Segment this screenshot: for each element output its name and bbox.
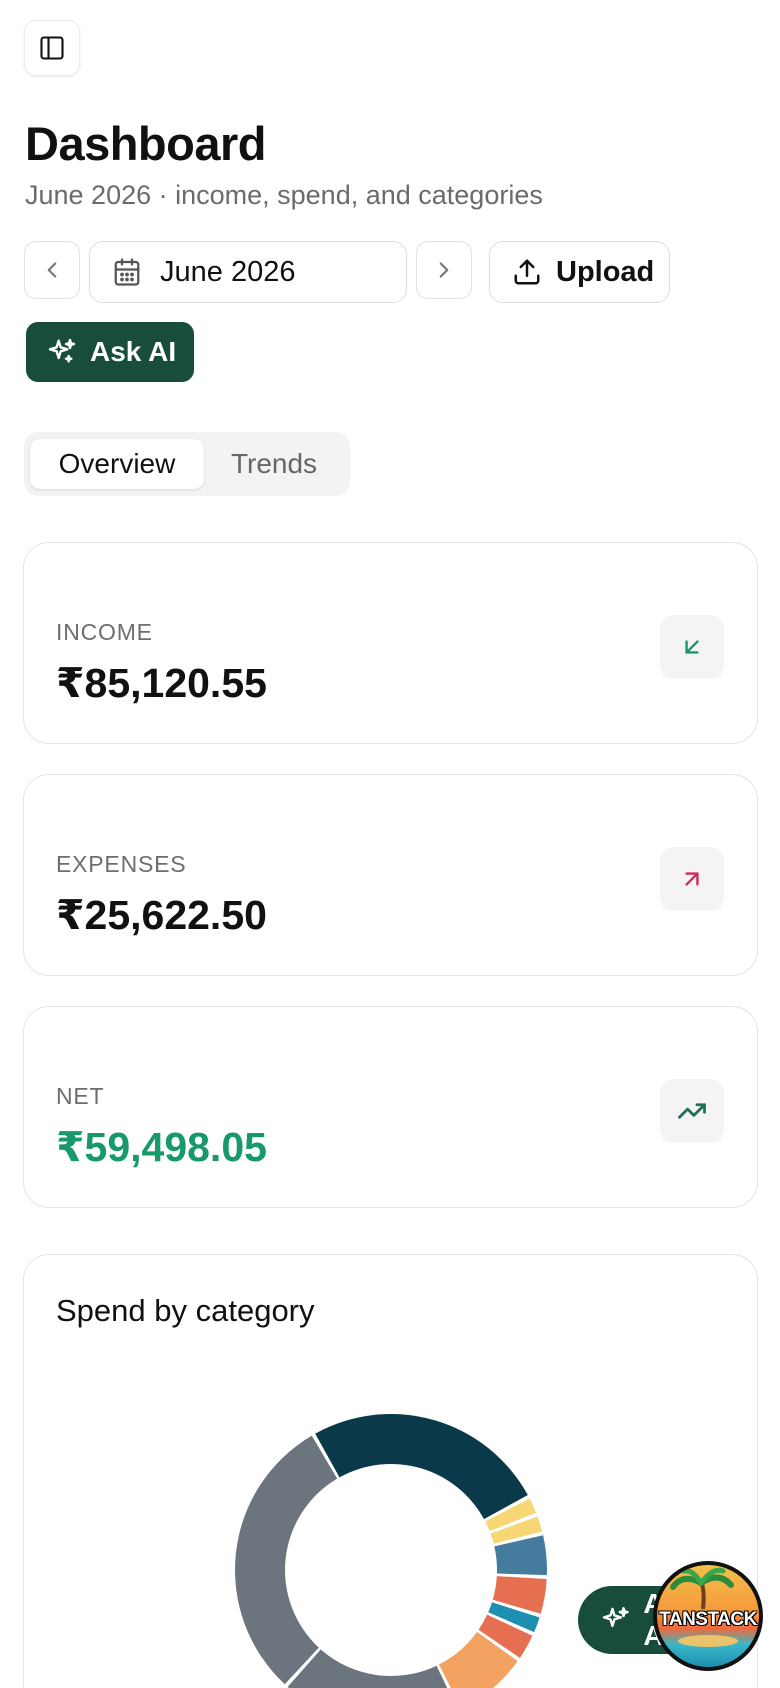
income-label: INCOME: [56, 619, 153, 645]
expenses-card: EXPENSES ₹25,622.50: [23, 774, 758, 976]
chevron-right-icon: [439, 262, 449, 278]
donut-segment[interactable]: [315, 1414, 528, 1520]
upload-button-label: Upload: [556, 255, 655, 288]
net-value: ₹59,498.05: [56, 1124, 267, 1170]
trending-up-icon: [678, 1103, 706, 1119]
tanstack-badge-text: TANSTACK: [659, 1609, 757, 1630]
view-tabs: Overview Trends: [24, 432, 350, 496]
income-value: ₹85,120.55: [56, 660, 267, 706]
sparkles-icon: [602, 1607, 629, 1628]
ask-ai-button[interactable]: Ask AI: [26, 322, 194, 382]
donut-segment[interactable]: [234, 1435, 338, 1685]
month-picker-label: June 2026: [160, 255, 296, 288]
page-title: Dashboard: [25, 117, 267, 170]
upload-icon: [514, 259, 540, 285]
month-picker-button[interactable]: June 2026: [89, 241, 407, 303]
tanstack-devtools-button[interactable]: TANSTACK: [653, 1561, 763, 1671]
sidebar-icon: [40, 36, 64, 60]
net-card: NET ₹59,498.05: [23, 1006, 758, 1208]
donut-segments: [234, 1414, 548, 1688]
tab-overview[interactable]: Overview: [30, 439, 204, 489]
previous-month-button[interactable]: [24, 241, 80, 299]
sparkles-icon: [48, 338, 76, 363]
expenses-value: ₹25,622.50: [56, 892, 267, 938]
upload-button[interactable]: Upload: [489, 241, 670, 303]
income-card: INCOME ₹85,120.55: [23, 542, 758, 744]
next-month-button[interactable]: [416, 241, 472, 299]
tab-trends[interactable]: Trends: [204, 439, 344, 489]
donut-segment[interactable]: [287, 1649, 458, 1688]
arrow-down-left-icon: [685, 640, 699, 654]
net-icon-badge: [660, 1079, 724, 1143]
arrow-up-right-icon: [685, 872, 699, 886]
page-subtitle: June 2026 · income, spend, and categorie…: [25, 180, 543, 210]
expenses-label: EXPENSES: [56, 851, 187, 877]
calendar-icon: [114, 258, 140, 286]
chevron-left-icon: [47, 262, 57, 278]
sidebar-toggle-button[interactable]: [24, 20, 80, 76]
ask-ai-button-label: Ask AI: [90, 336, 177, 367]
income-icon-badge: [660, 615, 724, 679]
expenses-icon-badge: [660, 847, 724, 911]
net-label: NET: [56, 1083, 105, 1109]
